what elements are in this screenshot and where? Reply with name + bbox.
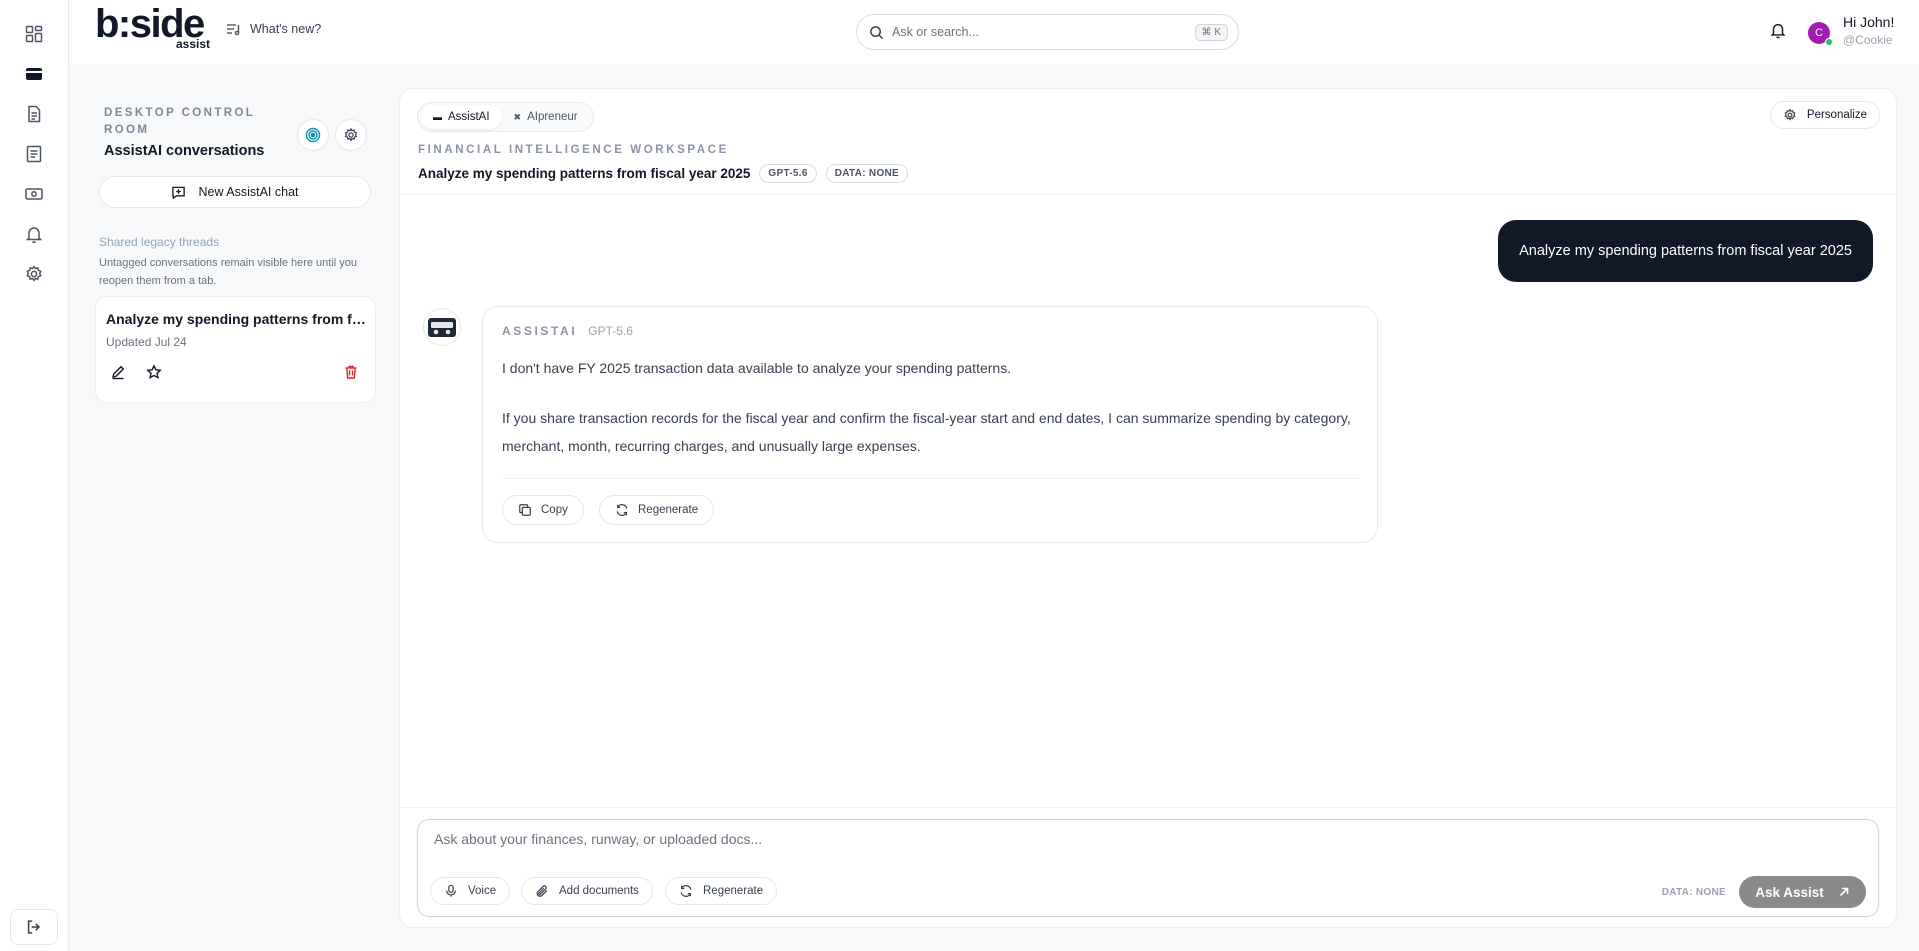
- edit-thread-button[interactable]: [106, 360, 130, 384]
- thread-title: Analyze my spending patterns from fiscal…: [106, 311, 368, 327]
- assistant-avatar: [423, 308, 461, 346]
- top-bar: b:side assist What's new? ⌘ K C Hi John!…: [69, 0, 1919, 64]
- new-chat-button[interactable]: New AssistAI chat: [99, 176, 371, 208]
- message-composer: Voice Add documents Regenerate DATA: NON…: [417, 819, 1879, 917]
- whats-new-label: What's new?: [250, 22, 322, 36]
- search-input[interactable]: [892, 25, 1195, 39]
- money-icon[interactable]: [20, 180, 48, 208]
- assistant-paragraph: I don't have FY 2025 transaction data av…: [502, 360, 1012, 376]
- legacy-threads-heading: Shared legacy threads: [99, 235, 220, 249]
- x-icon: ✖: [513, 111, 522, 122]
- search-icon: [870, 25, 884, 39]
- delete-thread-button[interactable]: [339, 360, 363, 384]
- logout-icon: [27, 920, 41, 934]
- personalize-label: Personalize: [1806, 109, 1867, 121]
- gear-icon: [1784, 108, 1796, 121]
- copy-icon: [519, 504, 531, 516]
- refresh-icon: [680, 885, 692, 897]
- chat-plus-icon: [172, 186, 186, 199]
- notifications-button[interactable]: [1769, 21, 1787, 44]
- assistant-message: ASSISTAI GPT-5.6 I don't have FY 2025 tr…: [482, 306, 1378, 543]
- regenerate-button[interactable]: Regenerate: [665, 877, 778, 905]
- left-rail: [0, 0, 69, 951]
- sidebar-settings-button[interactable]: [335, 119, 367, 151]
- assistant-model: GPT-5.6: [588, 324, 633, 338]
- user-handle: @Cookie: [1843, 33, 1893, 47]
- gear-icon: [344, 127, 358, 142]
- regenerate-label: Regenerate: [638, 504, 699, 516]
- sidebar-eyebrow: DESKTOP CONTROL ROOM: [104, 107, 256, 136]
- message-input[interactable]: [434, 831, 1834, 847]
- ask-assist-button[interactable]: Ask Assist: [1739, 876, 1866, 908]
- user-greeting[interactable]: Hi John! @Cookie: [1843, 14, 1894, 47]
- card-icon: ▬: [433, 112, 442, 122]
- message-divider: [502, 478, 1360, 479]
- add-documents-button[interactable]: Add documents: [521, 877, 653, 905]
- microphone-icon: [446, 884, 456, 897]
- conversation-header: Analyze my spending patterns from fiscal…: [418, 164, 909, 183]
- legacy-threads-note: Untagged conversations remain visible he…: [99, 257, 358, 287]
- document-icon[interactable]: [20, 100, 48, 128]
- paperclip-icon: [536, 885, 548, 897]
- favorite-thread-button[interactable]: [142, 360, 166, 384]
- copy-button[interactable]: Copy: [502, 495, 584, 525]
- assistant-paragraph: If you share transaction records for the…: [502, 410, 1351, 454]
- logo[interactable]: b:side assist: [95, 4, 210, 54]
- header-divider: [400, 194, 1896, 195]
- trash-icon: [345, 365, 357, 379]
- assistant-header: ASSISTAI GPT-5.6: [502, 324, 633, 338]
- assistant-name: ASSISTAI: [502, 324, 578, 338]
- user-message: Analyze my spending patterns from fiscal…: [1498, 220, 1873, 282]
- logo-subtext: assist: [175, 37, 210, 51]
- ask-assist-label: Ask Assist: [1755, 884, 1824, 900]
- pencil-icon: [112, 365, 125, 380]
- online-status-dot: [1825, 38, 1833, 46]
- regenerate-message-button[interactable]: Regenerate: [599, 495, 715, 525]
- greeting-text: Hi John!: [1843, 14, 1895, 30]
- composer-divider: [400, 807, 1896, 808]
- whats-new-button[interactable]: What's new?: [226, 22, 321, 36]
- tab-label: AIpreneur: [527, 111, 578, 123]
- dashboard-icon[interactable]: [20, 20, 48, 48]
- card-icon[interactable]: [20, 60, 48, 88]
- workspace-eyebrow: FINANCIAL INTELLIGENCE WORKSPACE: [418, 144, 729, 156]
- list-music-icon: [227, 24, 240, 36]
- target-icon: [305, 127, 321, 143]
- conversation-title: Analyze my spending patterns from fiscal…: [418, 166, 751, 181]
- logout-button[interactable]: [10, 909, 58, 945]
- global-search[interactable]: ⌘ K: [856, 14, 1239, 50]
- regenerate-label: Regenerate: [703, 885, 764, 897]
- radio-icon: [428, 318, 456, 337]
- chat-panel: ▬ AssistAI ✖ AIpreneur Personalize FINAN…: [399, 88, 1897, 928]
- voice-label: Voice: [468, 885, 497, 897]
- new-chat-label: New AssistAI chat: [198, 185, 299, 199]
- tab-aipreneur[interactable]: ✖ AIpreneur: [502, 105, 590, 129]
- search-shortcut-badge: ⌘ K: [1194, 23, 1228, 41]
- tab-label: AssistAI: [448, 111, 490, 123]
- sidebar-title: AssistAI conversations: [104, 143, 265, 159]
- thread-item[interactable]: Analyze my spending patterns from fiscal…: [95, 296, 376, 403]
- data-status-badge: DATA: NONE: [825, 164, 909, 183]
- personalize-button[interactable]: Personalize: [1769, 101, 1880, 129]
- add-documents-label: Add documents: [559, 885, 639, 897]
- voice-button[interactable]: Voice: [430, 877, 511, 905]
- refresh-icon: [616, 504, 628, 516]
- bell-icon[interactable]: [20, 220, 48, 248]
- settings-icon[interactable]: [20, 260, 48, 288]
- composer-data-status: DATA: NONE: [1661, 887, 1726, 898]
- assistant-tabs: ▬ AssistAI ✖ AIpreneur: [417, 102, 594, 132]
- target-button[interactable]: [297, 119, 329, 151]
- report-icon[interactable]: [20, 140, 48, 168]
- arrow-up-right-icon: [1839, 887, 1849, 897]
- model-badge: GPT-5.6: [759, 164, 817, 183]
- tab-assistai[interactable]: ▬ AssistAI: [421, 105, 502, 129]
- thread-updated: Updated Jul 24: [106, 335, 187, 349]
- star-icon: [146, 364, 162, 379]
- copy-label: Copy: [541, 504, 568, 516]
- bell-icon: [1770, 23, 1786, 39]
